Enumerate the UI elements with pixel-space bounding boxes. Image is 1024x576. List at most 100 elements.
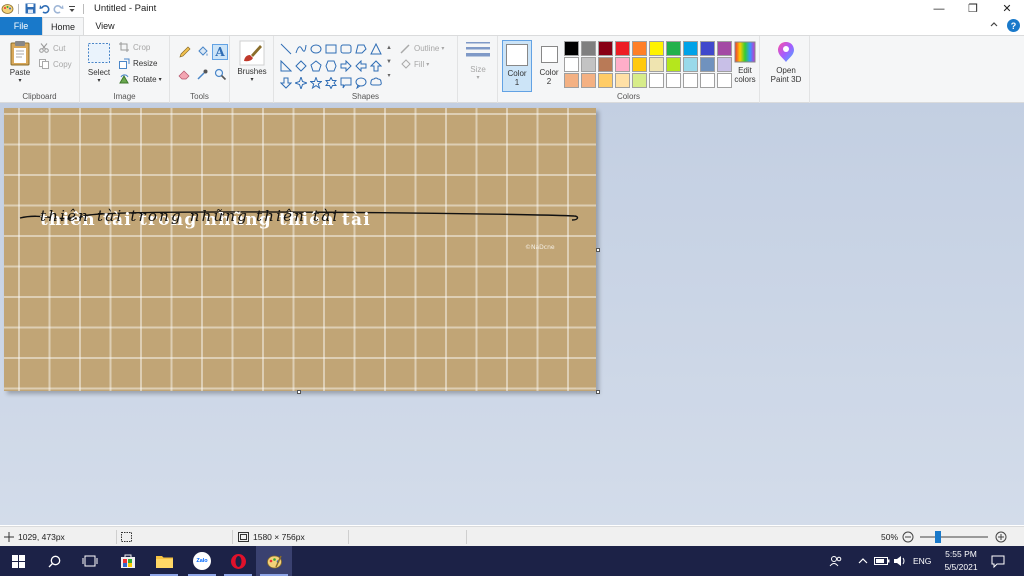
taskbar-file-explorer[interactable] (146, 546, 182, 576)
shapes-scroll[interactable]: ▲ ▼ ▾ (385, 41, 393, 89)
scroll-down-icon[interactable]: ▼ (386, 55, 392, 69)
triangle-shape-icon[interactable] (368, 41, 383, 56)
rect-callout-icon[interactable] (338, 75, 353, 90)
collapse-ribbon-icon[interactable] (988, 19, 1000, 31)
fill-bucket-icon[interactable] (194, 44, 210, 60)
expand-gallery-icon[interactable]: ▾ (387, 69, 390, 83)
fill-button[interactable]: Fill ▾ (399, 57, 429, 71)
zoom-out-button[interactable] (902, 527, 914, 547)
help-icon[interactable]: ? (1007, 19, 1020, 32)
right-arrow-shape-icon[interactable] (338, 58, 353, 73)
rounded-rectangle-shape-icon[interactable] (338, 41, 353, 56)
up-arrow-shape-icon[interactable] (368, 58, 383, 73)
palette-swatch[interactable] (717, 57, 732, 72)
taskbar-paint[interactable] (256, 546, 292, 576)
palette-swatch[interactable] (666, 57, 681, 72)
six-point-star-icon[interactable] (323, 75, 338, 90)
clock[interactable]: 5:55 PM 5/5/2021 (940, 546, 982, 576)
palette-swatch[interactable] (717, 41, 732, 56)
palette-swatch[interactable] (683, 57, 698, 72)
rectangle-shape-icon[interactable] (323, 41, 338, 56)
magnifier-icon[interactable] (212, 66, 228, 82)
palette-swatch[interactable] (581, 41, 596, 56)
pencil-icon[interactable] (176, 44, 192, 60)
palette-swatch[interactable] (632, 41, 647, 56)
show-hidden-icons-button[interactable] (858, 546, 868, 576)
palette-swatch[interactable] (717, 73, 732, 88)
save-icon[interactable] (23, 2, 37, 16)
palette-swatch[interactable] (666, 41, 681, 56)
oval-shape-icon[interactable] (308, 41, 323, 56)
palette-swatch[interactable] (666, 73, 681, 88)
zoom-slider[interactable] (920, 527, 988, 547)
cloud-callout-icon[interactable] (368, 75, 383, 90)
resize-handle-right[interactable] (596, 248, 600, 252)
taskbar-opera[interactable] (220, 546, 256, 576)
customize-qat-icon[interactable] (65, 2, 79, 16)
resize-button[interactable]: Resize (118, 56, 157, 70)
crop-button[interactable]: Crop (118, 40, 150, 54)
right-triangle-shape-icon[interactable] (278, 58, 293, 73)
palette-swatch[interactable] (598, 73, 613, 88)
palette-swatch[interactable] (564, 41, 579, 56)
size-button[interactable]: Size ▾ (463, 40, 493, 81)
outline-button[interactable]: Outline ▾ (399, 41, 444, 55)
palette-swatch[interactable] (581, 73, 596, 88)
rotate-button[interactable]: Rotate ▾ (118, 72, 162, 86)
palette-swatch[interactable] (615, 57, 630, 72)
taskbar-app-store[interactable] (110, 546, 146, 576)
start-button[interactable] (0, 546, 36, 576)
palette-swatch[interactable] (683, 73, 698, 88)
paste-button[interactable]: Paste ▾ (6, 40, 34, 84)
battery-icon[interactable] (874, 546, 890, 576)
polygon-shape-icon[interactable] (353, 41, 368, 56)
text-tool-icon[interactable]: A (212, 44, 228, 60)
palette-swatch[interactable] (581, 57, 596, 72)
cut-button[interactable]: Cut (38, 41, 65, 55)
scroll-up-icon[interactable]: ▲ (386, 41, 392, 55)
action-center-button[interactable] (991, 546, 1005, 576)
palette-swatch[interactable] (700, 73, 715, 88)
taskbar-zalo[interactable]: Zalo (184, 546, 220, 576)
hexagon-shape-icon[interactable] (323, 58, 338, 73)
eraser-icon[interactable] (176, 66, 192, 82)
tab-home[interactable]: Home (42, 17, 84, 35)
down-arrow-shape-icon[interactable] (278, 75, 293, 90)
volume-icon[interactable] (893, 546, 907, 576)
drawing-canvas[interactable]: thiên tài trong những thiên tài thiên tà… (4, 108, 596, 391)
palette-swatch[interactable] (632, 73, 647, 88)
palette-swatch[interactable] (564, 57, 579, 72)
diamond-shape-icon[interactable] (293, 58, 308, 73)
curve-shape-icon[interactable] (293, 41, 308, 56)
palette-swatch[interactable] (598, 57, 613, 72)
zoom-thumb[interactable] (935, 531, 941, 543)
oval-callout-icon[interactable] (353, 75, 368, 90)
pentagon-shape-icon[interactable] (308, 58, 323, 73)
palette-swatch[interactable] (564, 73, 579, 88)
palette-swatch[interactable] (649, 41, 664, 56)
copy-button[interactable]: Copy (38, 57, 72, 71)
brushes-button[interactable]: Brushes ▾ (235, 40, 269, 83)
palette-swatch[interactable] (649, 57, 664, 72)
color2-button[interactable]: Color 2 (534, 40, 564, 92)
line-shape-icon[interactable] (278, 41, 293, 56)
palette-swatch[interactable] (649, 73, 664, 88)
edit-colors-button[interactable]: Edit colors (731, 41, 759, 84)
palette-swatch[interactable] (598, 41, 613, 56)
undo-icon[interactable] (37, 2, 51, 16)
minimize-button[interactable]: — (922, 0, 956, 17)
canvas-workspace[interactable]: thiên tài trong những thiên tài thiên tà… (0, 103, 1024, 525)
palette-swatch[interactable] (700, 41, 715, 56)
select-button[interactable]: Select ▾ (85, 42, 113, 84)
restore-button[interactable]: ❐ (956, 0, 990, 17)
palette-swatch[interactable] (615, 41, 630, 56)
resize-handle-bottom[interactable] (297, 390, 301, 394)
four-point-star-icon[interactable] (293, 75, 308, 90)
redo-icon[interactable] (51, 2, 65, 16)
paint-app-icon[interactable] (0, 2, 14, 16)
task-view-button[interactable] (72, 546, 108, 576)
resize-handle-corner[interactable] (596, 390, 600, 394)
open-paint3d-button[interactable]: Open Paint 3D (766, 41, 806, 84)
left-arrow-shape-icon[interactable] (353, 58, 368, 73)
palette-swatch[interactable] (615, 73, 630, 88)
